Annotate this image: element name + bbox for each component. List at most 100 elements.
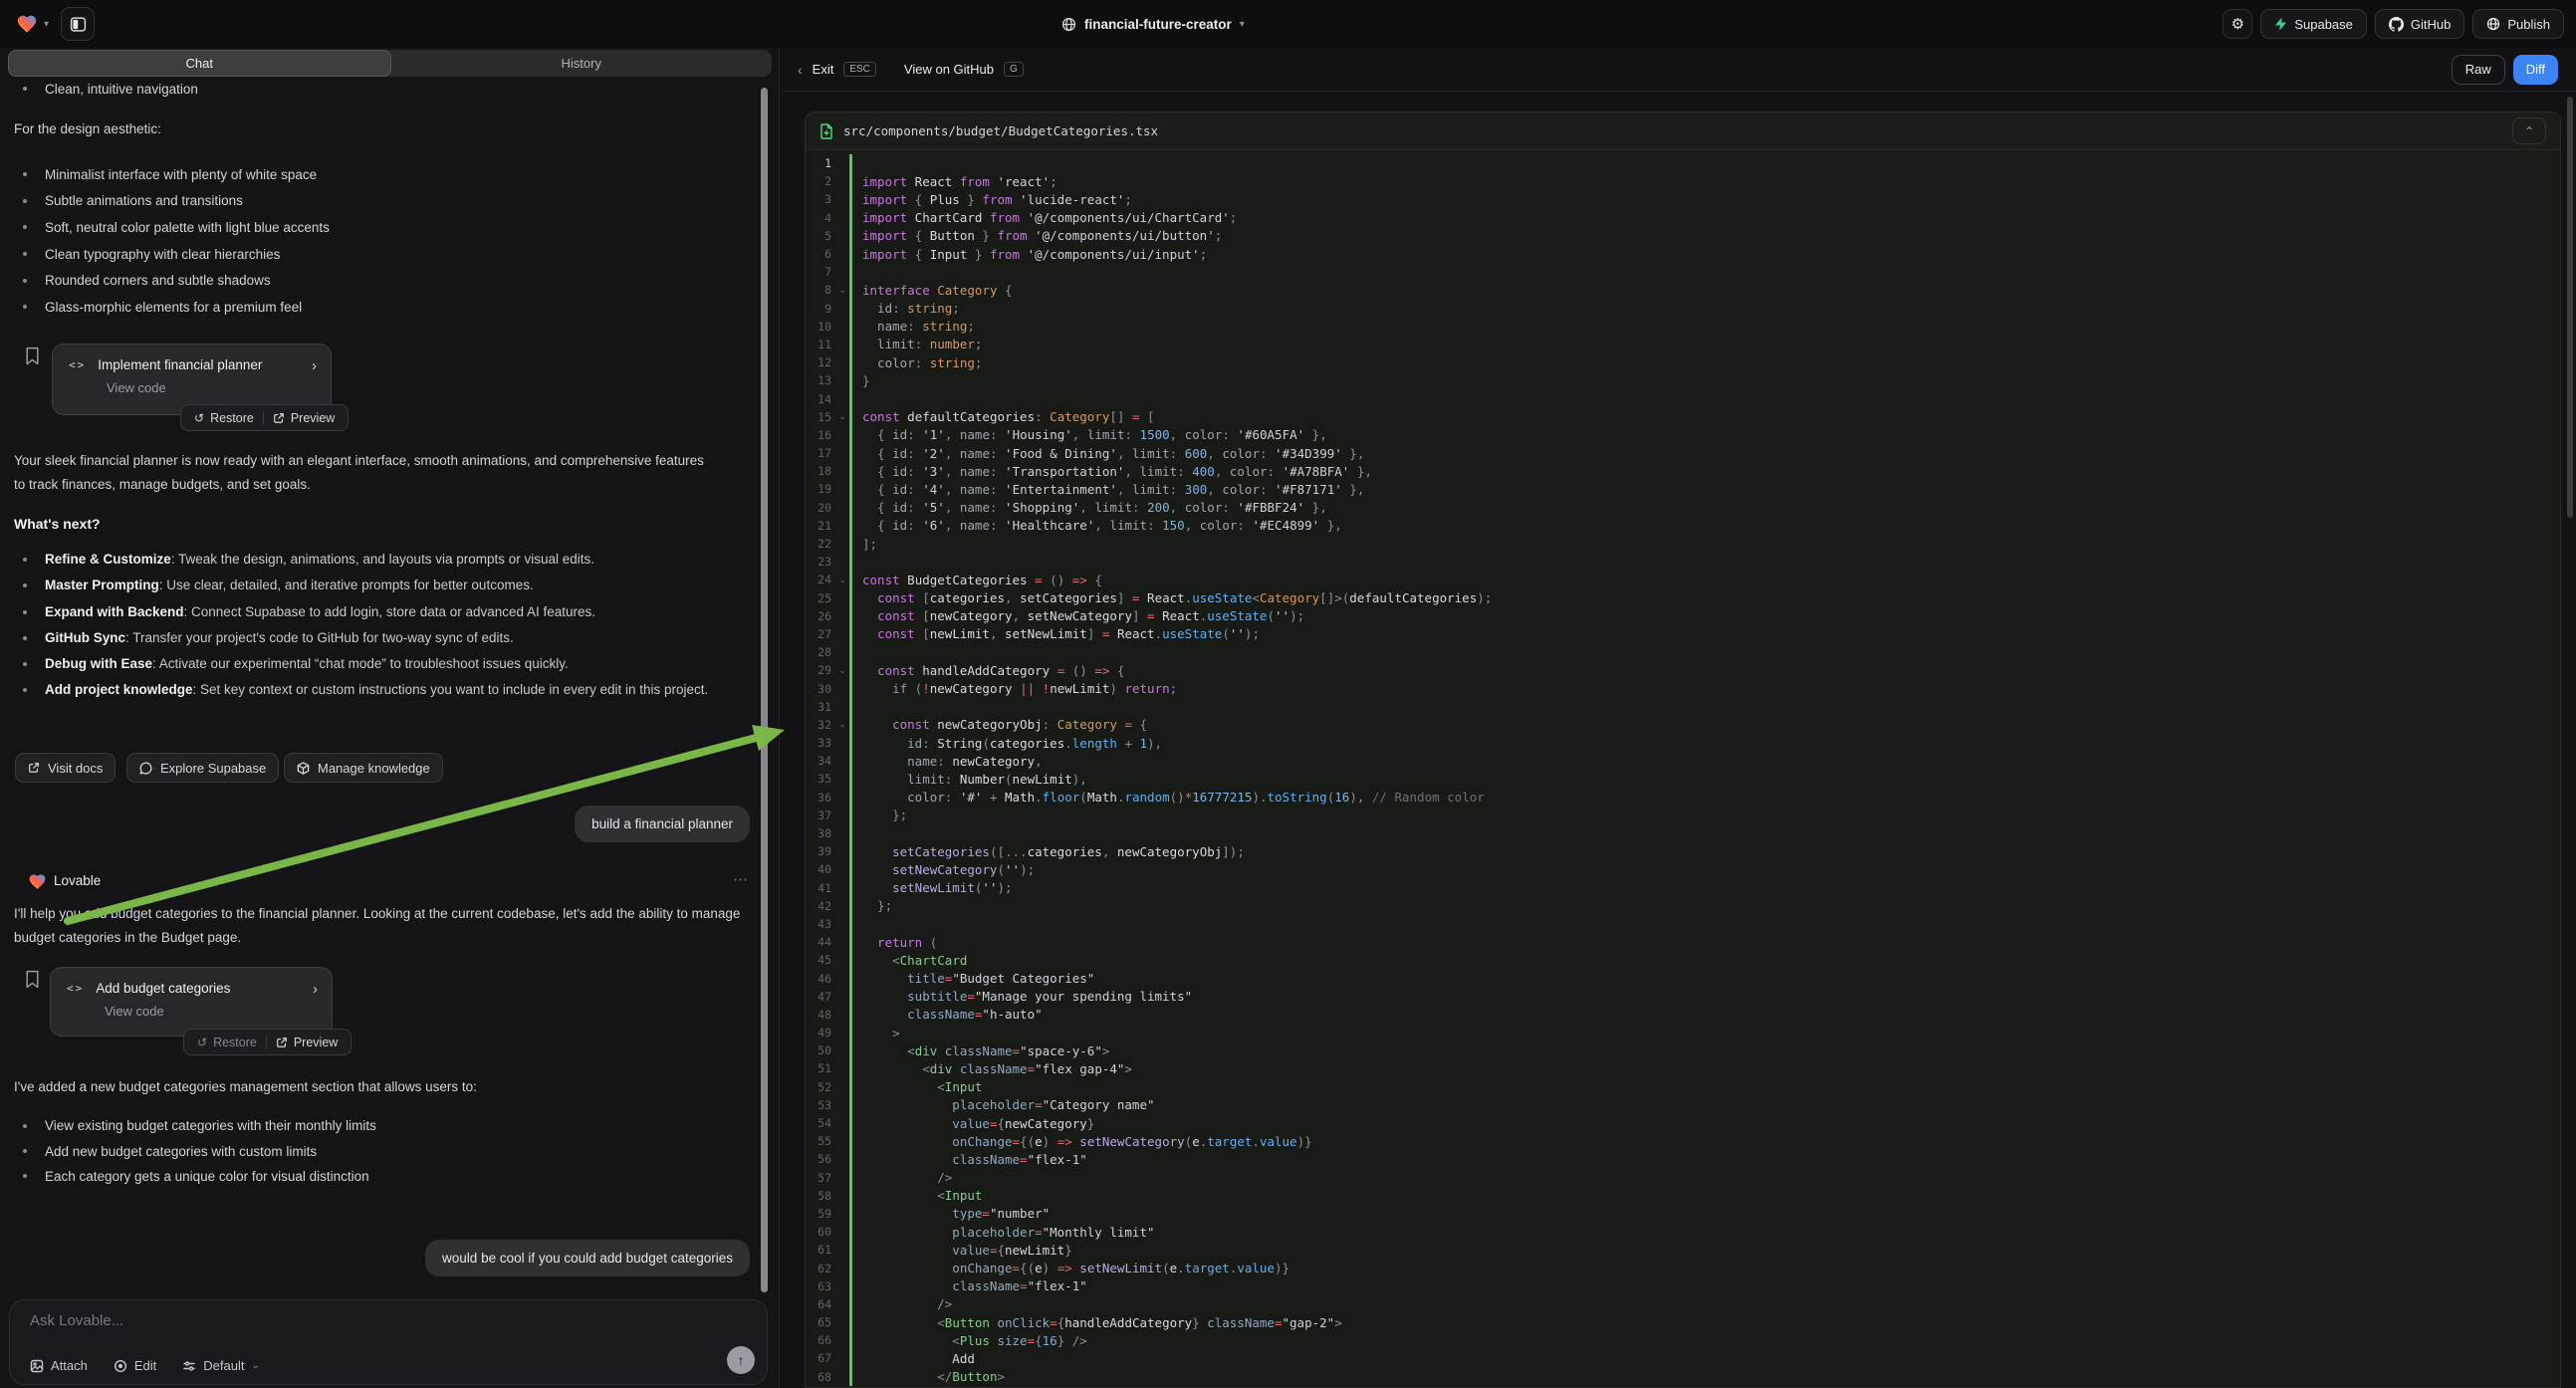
- top-bar: ▾ financial-future-creator ▾ ⚙ Supabase: [0, 0, 2576, 48]
- chevron-down-icon: ⌄: [251, 1360, 259, 1371]
- code-line: 36 color: '#' + Math.floor(Math.random()…: [806, 789, 2560, 807]
- restore-button[interactable]: ↺ Restore: [188, 1036, 266, 1049]
- lovable-logo-heart-icon[interactable]: [16, 13, 38, 35]
- assistant-paragraph: Your sleek financial planner is now read…: [14, 449, 711, 496]
- line-number: 36: [806, 791, 835, 805]
- code-line: 50 <div className="space-y-6">: [806, 1041, 2560, 1059]
- diff-added-gutter: [849, 263, 852, 281]
- visit-docs-button[interactable]: Visit docs: [15, 753, 116, 783]
- preview-button[interactable]: Preview: [264, 411, 344, 425]
- tab-history[interactable]: History: [391, 50, 773, 77]
- line-number: 7: [806, 265, 835, 279]
- line-number: 6: [806, 247, 835, 261]
- view-on-github-link[interactable]: View on GitHub: [904, 62, 994, 77]
- project-chevron-down-icon: ▾: [1240, 19, 1245, 30]
- fold-chevron-icon[interactable]: ⌄: [835, 285, 849, 296]
- edit-mode-button[interactable]: Edit: [114, 1358, 156, 1373]
- line-number: 16: [806, 428, 835, 442]
- chat-scrollbar[interactable]: [761, 88, 768, 1292]
- code-line: 29⌄ const handleAddCategory = () => {: [806, 661, 2560, 679]
- image-icon: [30, 1359, 44, 1373]
- file-diff-card: src/components/budget/BudgetCategories.t…: [805, 112, 2561, 1388]
- raw-toggle-button[interactable]: Raw: [2452, 55, 2505, 85]
- restore-button[interactable]: ↺ Restore: [185, 411, 263, 425]
- code-line: 54 value={newCategory}: [806, 1114, 2560, 1132]
- globe-icon: [1061, 17, 1076, 32]
- logo-chevron-down-icon[interactable]: ▾: [44, 19, 49, 30]
- code-line: 49 >: [806, 1024, 2560, 1041]
- message-more-button[interactable]: ⋯: [733, 870, 749, 888]
- code-text: ];: [852, 537, 877, 552]
- list-item: Subtle animations and transitions: [14, 188, 739, 215]
- view-code-link[interactable]: View code: [105, 1004, 316, 1019]
- toggle-sidebar-button[interactable]: [61, 7, 95, 41]
- send-button[interactable]: ↑: [727, 1346, 755, 1374]
- collapse-file-button[interactable]: ⌃: [2512, 117, 2546, 144]
- line-number: 34: [806, 754, 835, 768]
- code-panel-scrollbar[interactable]: [2567, 97, 2573, 518]
- manage-knowledge-button[interactable]: Manage knowledge: [284, 753, 443, 783]
- line-number: 27: [806, 627, 835, 641]
- code-text: { id: '6', name: 'Healthcare', limit: 15…: [852, 518, 1342, 533]
- tab-chat[interactable]: Chat: [8, 50, 391, 77]
- project-switcher[interactable]: financial-future-creator ▾: [1061, 0, 1245, 48]
- code-line: 12 color: string;: [806, 353, 2560, 371]
- code-line: 61 value={newLimit}: [806, 1241, 2560, 1259]
- attach-button[interactable]: Attach: [30, 1358, 88, 1373]
- code-text: title="Budget Categories": [852, 971, 1094, 986]
- file-header[interactable]: src/components/budget/BudgetCategories.t…: [806, 113, 2560, 150]
- line-number: 67: [806, 1351, 835, 1365]
- code-line: 41 setNewLimit('');: [806, 879, 2560, 897]
- code-text: placeholder="Category name": [852, 1097, 1155, 1112]
- code-line: 30 if (!newCategory || !newLimit) return…: [806, 679, 2560, 697]
- code-line: 60 placeholder="Monthly limit": [806, 1223, 2560, 1241]
- explore-supabase-button[interactable]: Explore Supabase: [126, 753, 279, 783]
- code-text: value={newLimit}: [852, 1243, 1072, 1258]
- code-line: 27 const [newLimit, setNewLimit] = React…: [806, 625, 2560, 643]
- esc-key-badge: ESC: [843, 62, 876, 77]
- code-line: 15⌄const defaultCategories: Category[] =…: [806, 408, 2560, 426]
- line-number: 68: [806, 1370, 835, 1384]
- fold-chevron-icon[interactable]: ⌄: [835, 719, 849, 730]
- code-text: color: '#' + Math.floor(Math.random()*16…: [852, 790, 1485, 805]
- code-line: 65 <Button onClick={handleAddCategory} c…: [806, 1313, 2560, 1331]
- fold-chevron-icon[interactable]: ⌄: [835, 575, 849, 585]
- version-card-add-budget-categories[interactable]: <> Add budget categories › View code: [50, 967, 333, 1037]
- back-chevron-icon[interactable]: ‹: [798, 62, 803, 78]
- whats-next-heading: What's next?: [14, 516, 101, 532]
- code-text: name: string;: [852, 319, 975, 334]
- model-selector[interactable]: Default ⌄: [182, 1358, 260, 1373]
- bookmark-icon[interactable]: [24, 970, 41, 989]
- code-line: 58 <Input: [806, 1187, 2560, 1205]
- code-line: 17 { id: '2', name: 'Food & Dining', lim…: [806, 444, 2560, 462]
- github-button[interactable]: GitHub: [2375, 9, 2464, 39]
- code-line: 43: [806, 915, 2560, 933]
- code-line: 31: [806, 698, 2560, 716]
- code-text: limit: Number(newLimit),: [852, 772, 1087, 787]
- added-bullet-list: View existing budget categories with the…: [14, 1113, 739, 1189]
- code-text: Add: [852, 1351, 975, 1366]
- preview-button[interactable]: Preview: [267, 1036, 347, 1049]
- code-viewer-header: ‹ Exit ESC View on GitHub G Raw Diff: [780, 48, 2576, 92]
- fold-chevron-icon[interactable]: ⌄: [835, 411, 849, 422]
- line-number: 14: [806, 392, 835, 406]
- code-text: subtitle="Manage your spending limits": [852, 989, 1192, 1004]
- exit-button[interactable]: Exit: [813, 62, 834, 77]
- code-line: 28: [806, 643, 2560, 661]
- code-line: 14: [806, 389, 2560, 407]
- line-number: 42: [806, 899, 835, 913]
- settings-button[interactable]: ⚙: [2223, 9, 2252, 39]
- code-text: { id: '2', name: 'Food & Dining', limit:…: [852, 446, 1364, 461]
- code-text: <div className="space-y-6">: [852, 1043, 1109, 1058]
- fold-chevron-icon[interactable]: ⌄: [835, 665, 849, 676]
- view-code-link[interactable]: View code: [107, 380, 315, 395]
- list-item: Add new budget categories with custom li…: [14, 1138, 739, 1163]
- publish-button[interactable]: Publish: [2472, 9, 2564, 39]
- code-line: 55 onChange={(e) => setNewCategory(e.tar…: [806, 1132, 2560, 1150]
- diff-toggle-button[interactable]: Diff: [2513, 55, 2558, 85]
- assistant-paragraph: I'll help you add budget categories to t…: [14, 902, 763, 950]
- list-item: Rounded corners and subtle shadows: [14, 267, 739, 294]
- chat-input[interactable]: [30, 1312, 627, 1329]
- bookmark-icon[interactable]: [24, 347, 41, 365]
- supabase-button[interactable]: Supabase: [2260, 9, 2367, 39]
